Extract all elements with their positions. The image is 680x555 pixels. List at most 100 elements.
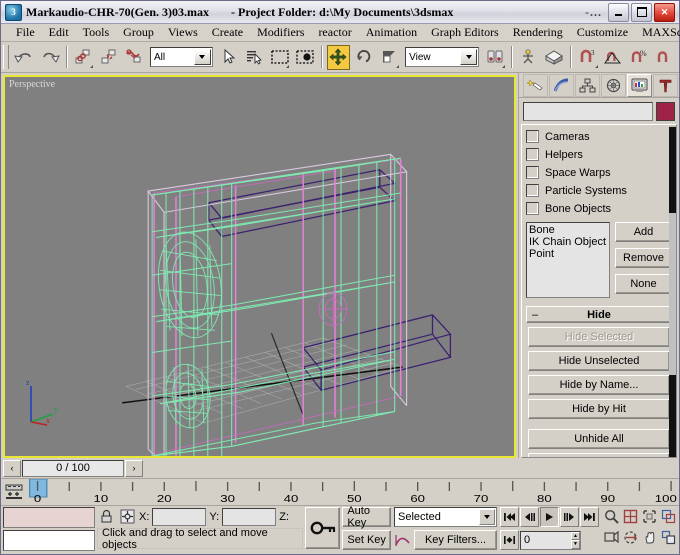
hierarchy-tab[interactable] xyxy=(575,74,600,97)
none-button[interactable]: None xyxy=(615,274,672,294)
menu-reactor[interactable]: reactor xyxy=(311,24,358,41)
select-by-name-icon[interactable] xyxy=(242,45,265,70)
x-coordinate-input[interactable] xyxy=(152,508,206,526)
hide-rollout-header[interactable]: – Hide xyxy=(526,306,672,323)
hide-by-name-button[interactable]: Hide by Name... xyxy=(528,375,670,395)
display-tab[interactable] xyxy=(627,74,652,97)
create-tab[interactable] xyxy=(523,74,548,97)
pan-icon[interactable] xyxy=(640,528,658,546)
zoom-extents-all-icon[interactable] xyxy=(659,507,677,525)
select-object-icon[interactable] xyxy=(217,45,240,70)
scrollbar-thumb[interactable] xyxy=(669,127,676,213)
menu-file[interactable]: File xyxy=(9,24,42,41)
menu-modifiers[interactable]: Modifiers xyxy=(250,24,311,41)
hide-by-hit-button[interactable]: Hide by Hit xyxy=(528,399,670,419)
object-name-field[interactable] xyxy=(523,102,653,121)
go-to-end-button[interactable] xyxy=(580,507,599,527)
key-mode-toggle-icon[interactable] xyxy=(500,530,519,550)
frame-prev-button[interactable]: ‹ xyxy=(3,460,21,477)
checkbox-cameras[interactable]: Cameras xyxy=(526,128,672,145)
snaps-toggle-3d-icon[interactable]: 3 xyxy=(576,45,599,70)
undo-icon[interactable] xyxy=(13,45,36,70)
hide-unselected-button[interactable]: Hide Unselected xyxy=(528,351,670,371)
go-to-start-button[interactable] xyxy=(500,507,519,527)
checkbox-box[interactable] xyxy=(526,148,539,161)
toolbar-grip[interactable] xyxy=(3,45,9,69)
checkbox-box[interactable] xyxy=(526,202,539,215)
menu-tools[interactable]: Tools xyxy=(76,24,117,41)
list-item[interactable]: Bone xyxy=(529,224,607,236)
scrollbar-track-lower[interactable] xyxy=(669,375,676,457)
select-and-uniform-scale-icon[interactable] xyxy=(378,45,401,70)
auto-key-button[interactable]: Auto Key xyxy=(342,507,391,527)
hide-object-listbox[interactable]: Bone IK Chain Object Point xyxy=(526,222,610,298)
redo-icon[interactable] xyxy=(38,45,61,70)
chevron-down-icon[interactable] xyxy=(479,509,495,525)
utilities-tab[interactable] xyxy=(653,74,678,97)
previous-frame-button[interactable] xyxy=(520,507,539,527)
checkbox-box[interactable] xyxy=(526,166,539,179)
select-and-link-icon[interactable] xyxy=(72,45,95,70)
checkbox-particle-systems[interactable]: Particle Systems xyxy=(526,182,672,199)
menu-graph-editors[interactable]: Graph Editors xyxy=(424,24,506,41)
absolute-relative-transform-icon[interactable] xyxy=(118,508,136,526)
hide-selected-button[interactable]: Hide Selected xyxy=(528,327,670,347)
checkbox-box[interactable] xyxy=(526,130,539,143)
motion-tab[interactable] xyxy=(601,74,626,97)
select-and-manipulate-icon[interactable] xyxy=(517,45,540,70)
menu-edit[interactable]: Edit xyxy=(42,24,76,41)
menu-maxscript[interactable]: MAXScript xyxy=(635,24,680,41)
remove-button[interactable]: Remove xyxy=(615,248,672,268)
selection-filter-combo[interactable]: All xyxy=(150,47,213,67)
menu-customize[interactable]: Customize xyxy=(570,24,635,41)
chevron-down-icon[interactable] xyxy=(460,49,477,65)
zoom-icon[interactable] xyxy=(602,507,620,525)
named-selection-sets-icon[interactable] xyxy=(542,45,566,70)
chevron-down-icon[interactable] xyxy=(194,49,211,65)
frame-display[interactable]: 0 / 100 xyxy=(22,460,124,477)
use-pivot-point-center-icon[interactable] xyxy=(483,45,506,70)
arc-rotate-icon[interactable] xyxy=(621,528,639,546)
zoom-all-icon[interactable] xyxy=(621,507,639,525)
field-of-view-icon[interactable] xyxy=(602,528,620,546)
set-key-curve-icon[interactable] xyxy=(394,531,412,549)
unhide-all-button[interactable]: Unhide All xyxy=(528,429,670,449)
unhide-by-name-button[interactable]: Unhide by Name... xyxy=(528,453,670,458)
menu-create[interactable]: Create xyxy=(205,24,250,41)
select-and-rotate-icon[interactable] xyxy=(352,45,375,70)
bind-to-space-warp-icon[interactable] xyxy=(123,45,146,70)
rectangular-selection-region-icon[interactable] xyxy=(268,45,291,70)
perspective-viewport[interactable]: Perspective xyxy=(3,75,516,458)
min-max-toggle-icon[interactable] xyxy=(659,528,677,546)
modify-tab[interactable] xyxy=(549,74,574,97)
select-and-move-icon[interactable] xyxy=(327,45,350,70)
viewport-label[interactable]: Perspective xyxy=(9,79,55,90)
current-frame-spinner[interactable]: 0 ▲▼ xyxy=(520,531,581,550)
key-filters-button[interactable]: Key Filters... xyxy=(414,530,497,550)
list-item[interactable]: Point xyxy=(529,248,607,260)
checkbox-bone-objects[interactable]: Bone Objects xyxy=(526,200,672,217)
y-coordinate-input[interactable] xyxy=(222,508,276,526)
percent-snap-toggle-icon[interactable]: % xyxy=(627,45,650,70)
close-button[interactable]: ✕ xyxy=(654,3,675,22)
selection-level-combo[interactable]: Selected xyxy=(394,507,497,527)
list-item[interactable]: IK Chain Object xyxy=(529,236,607,248)
window-crossing-icon[interactable] xyxy=(293,45,316,70)
timeline-ruler[interactable]: 01020 304050 607080 90100 xyxy=(27,479,679,505)
checkbox-helpers[interactable]: Helpers xyxy=(526,146,672,163)
add-button[interactable]: Add xyxy=(615,222,672,242)
checkbox-box[interactable] xyxy=(526,184,539,197)
command-panel-scrollbar[interactable] xyxy=(669,125,676,457)
selection-lock-icon[interactable] xyxy=(97,508,115,526)
menu-group[interactable]: Group xyxy=(116,24,161,41)
checkbox-space-warps[interactable]: Space Warps xyxy=(526,164,672,181)
menu-views[interactable]: Views xyxy=(161,24,205,41)
spinner-snap-toggle-icon[interactable] xyxy=(652,45,675,70)
rollout-collapse-icon[interactable]: – xyxy=(532,309,538,321)
maximize-button[interactable] xyxy=(631,3,652,22)
spinner-arrows[interactable]: ▲▼ xyxy=(571,532,580,549)
reference-coordinate-combo[interactable]: View xyxy=(405,47,479,67)
set-key-button[interactable]: Set Key xyxy=(342,530,391,550)
key-mode-toggle-button[interactable] xyxy=(305,507,340,549)
menu-rendering[interactable]: Rendering xyxy=(506,24,570,41)
